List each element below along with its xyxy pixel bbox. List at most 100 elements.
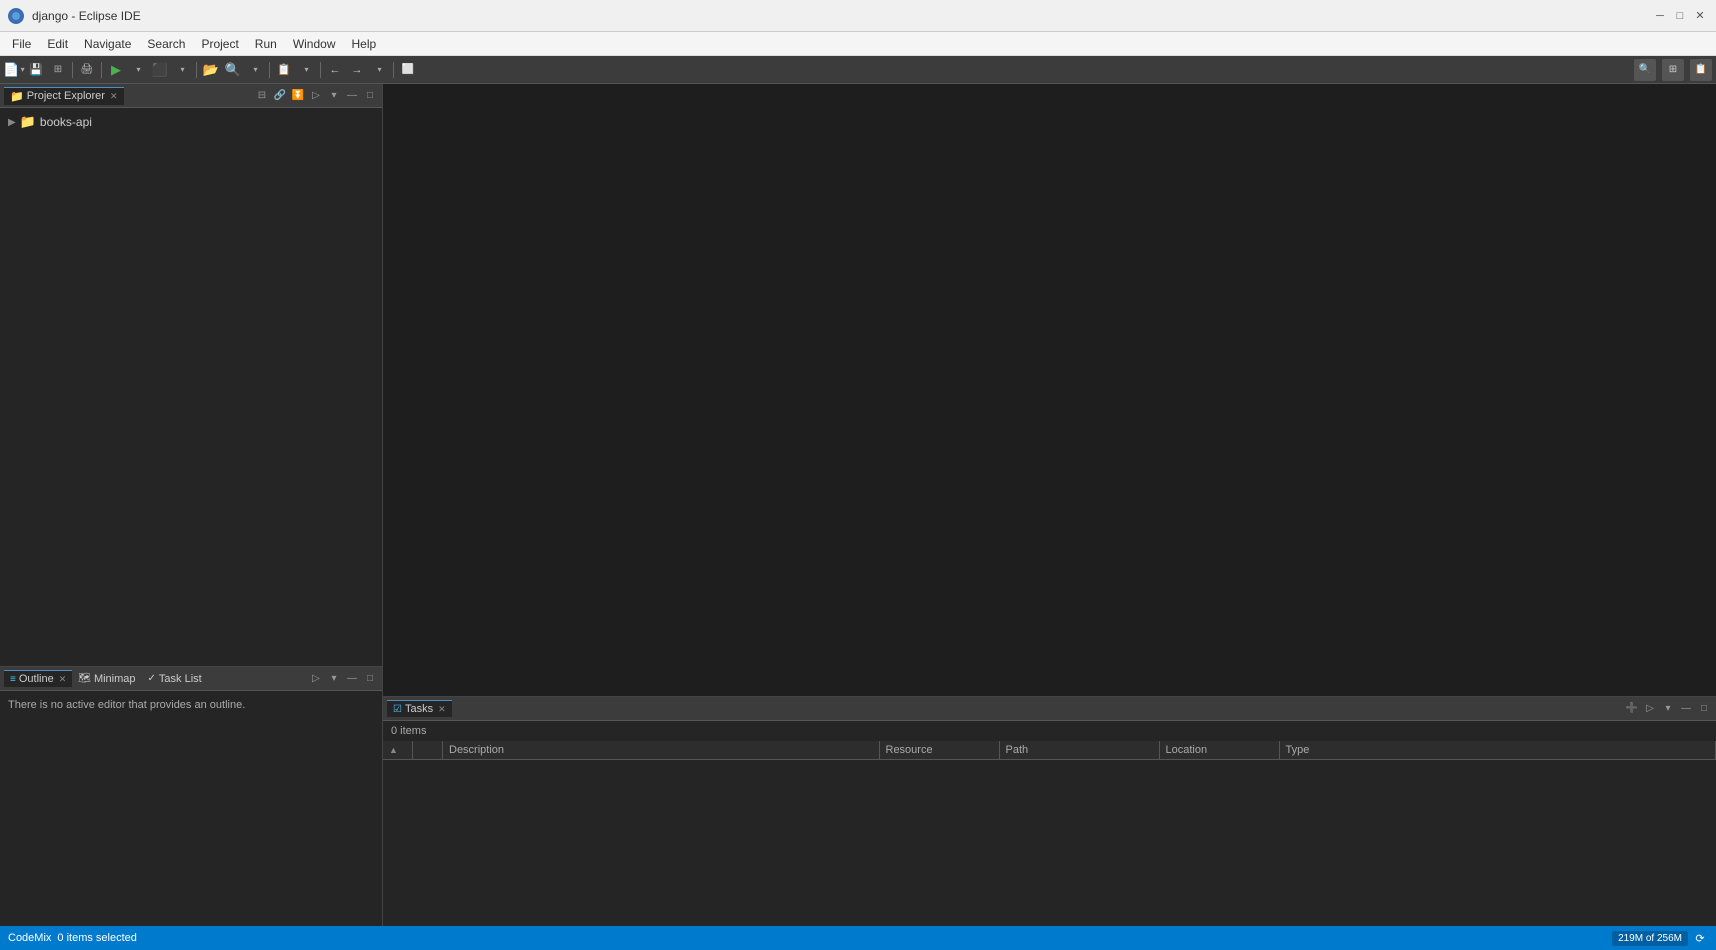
project-explorer-toolbar: ⊟ 🔗 ⏬ ▷ ▾ — □ [254, 88, 378, 104]
codemix-label: CodeMix [8, 932, 51, 944]
history-button[interactable]: ⬜ [398, 60, 418, 80]
memory-usage[interactable]: 219M of 256M [1612, 931, 1688, 946]
outline-close[interactable]: ✕ [59, 674, 67, 685]
tasks-maximize[interactable]: □ [1696, 701, 1712, 717]
tasks-expand-btn[interactable]: ▷ [1642, 701, 1658, 717]
menu-run[interactable]: Run [247, 35, 285, 53]
tasks-toolbar: ➕ ▷ ▾ — □ [1624, 701, 1712, 717]
stop-button[interactable]: ⬛ [150, 60, 170, 80]
outline-tab-label: Outline [19, 673, 54, 685]
title-bar: django - Eclipse IDE ─ □ ✕ [0, 0, 1716, 32]
expand-panel-btn[interactable]: ▷ [308, 88, 324, 104]
back-button[interactable]: ← [325, 60, 345, 80]
task-list-tab-label: Task List [159, 673, 202, 685]
tasks-tab[interactable]: ☑ Tasks ✕ [387, 700, 452, 717]
task-list-tab[interactable]: ✓ Task List [142, 671, 208, 687]
tasks-col-sort[interactable]: ▲ [383, 741, 413, 759]
sep6 [393, 62, 394, 78]
nav-dropdown[interactable]: ▾ [369, 60, 389, 80]
tasks-columns: ▲ Description Resource Path Location Typ… [383, 741, 1716, 760]
outline-maximize[interactable]: □ [362, 671, 378, 687]
project-explorer-content: ▶ 📁 books-api [0, 108, 382, 666]
tasks-col-path[interactable]: Path [1000, 741, 1160, 759]
tasks-table: ▲ Description Resource Path Location Typ… [383, 741, 1716, 926]
close-button[interactable]: ✕ [1692, 8, 1708, 24]
tree-books-api[interactable]: ▶ 📁 books-api [0, 112, 382, 132]
left-panel: 📁 Project Explorer ✕ ⊟ 🔗 ⏬ ▷ ▾ — □ ▶ 📁 b… [0, 84, 383, 926]
project-explorer-close[interactable]: ✕ [110, 91, 118, 102]
tasks-header: ☑ Tasks ✕ ➕ ▷ ▾ — □ [383, 697, 1716, 721]
expand-arrow: ▶ [8, 117, 16, 128]
toolbar-search-area: 🔍 ⊞ 📋 [1632, 59, 1712, 81]
stop-dropdown[interactable]: ▾ [172, 60, 192, 80]
minimize-button[interactable]: ─ [1652, 8, 1668, 24]
sep3 [196, 62, 197, 78]
print-button[interactable]: 🖨 [77, 60, 97, 80]
folder-icon: 📁 [20, 114, 36, 130]
gc-btn[interactable]: ⟳ [1692, 930, 1708, 946]
filter-btn[interactable]: ⏬ [290, 88, 306, 104]
search-dropdown[interactable]: ▾ [245, 60, 265, 80]
project-explorer-tab-label: Project Explorer [27, 90, 105, 102]
outline-view-menu[interactable]: ▾ [326, 671, 342, 687]
menu-file[interactable]: File [4, 35, 39, 53]
sep2 [101, 62, 102, 78]
link-with-editor-btn[interactable]: 🔗 [272, 88, 288, 104]
perspective-toggle[interactable]: ⊞ [1662, 59, 1684, 81]
menu-navigate[interactable]: Navigate [76, 35, 139, 53]
save-all-button[interactable]: ⊞ [48, 60, 68, 80]
tasks-add-btn[interactable]: ➕ [1624, 701, 1640, 717]
outline-minimize[interactable]: — [344, 671, 360, 687]
menu-project[interactable]: Project [193, 35, 246, 53]
window-controls: ─ □ ✕ [1652, 8, 1708, 24]
outline-expand-btn[interactable]: ▷ [308, 671, 324, 687]
maximize-panel-btn[interactable]: □ [362, 88, 378, 104]
tasks-view-menu[interactable]: ▾ [1660, 701, 1676, 717]
minimap-tab[interactable]: 🗺 Minimap [72, 671, 141, 687]
maximize-button[interactable]: □ [1672, 8, 1688, 24]
perspective-search-btn[interactable]: 🔍 [1634, 59, 1656, 81]
perspective-extra[interactable]: 📋 [1690, 59, 1712, 81]
window-title: django - Eclipse IDE [32, 9, 1644, 23]
tasks-col-type[interactable]: Type [1280, 741, 1716, 759]
tasks-col-location[interactable]: Location [1160, 741, 1280, 759]
sep4 [269, 62, 270, 78]
menu-search[interactable]: Search [139, 35, 193, 53]
project-explorer-tab[interactable]: 📁 Project Explorer ✕ [4, 87, 124, 105]
tasks-close[interactable]: ✕ [438, 704, 446, 715]
project-explorer-header: 📁 Project Explorer ✕ ⊟ 🔗 ⏬ ▷ ▾ — □ [0, 84, 382, 108]
outline-toolbar: ▷ ▾ — □ [308, 671, 378, 687]
status-left: CodeMix 0 items selected [8, 932, 137, 944]
bottom-left-panel: ≡ Outline ✕ 🗺 Minimap ✓ Task List ▷ ▾ — … [0, 666, 382, 926]
debug-dropdown[interactable]: ▾ [128, 60, 148, 80]
debug-button[interactable]: ▶ [106, 60, 126, 80]
view-menu-btn[interactable]: ▾ [326, 88, 342, 104]
tasks-col-resource[interactable]: Resource [880, 741, 1000, 759]
search-btn[interactable]: 🔍 [223, 60, 243, 80]
menu-window[interactable]: Window [285, 35, 344, 53]
status-bar: CodeMix 0 items selected 219M of 256M ⟳ [0, 926, 1716, 950]
tasks-minimize[interactable]: — [1678, 701, 1694, 717]
collapse-all-btn[interactable]: ⊟ [254, 88, 270, 104]
minimize-panel-btn[interactable]: — [344, 88, 360, 104]
open-resource-btn[interactable]: 📋 [274, 60, 294, 80]
tasks-count: 0 items [383, 721, 1716, 741]
tasks-col-description[interactable]: Description [443, 741, 880, 759]
sep1 [72, 62, 73, 78]
outline-message: There is no active editor that provides … [0, 691, 382, 719]
menu-bar: File Edit Navigate Search Project Run Wi… [0, 32, 1716, 56]
app-icon [8, 8, 24, 24]
open-button[interactable]: 📂 [201, 60, 221, 80]
menu-help[interactable]: Help [344, 35, 385, 53]
open-resource-dropdown[interactable]: ▾ [296, 60, 316, 80]
forward-button[interactable]: → [347, 60, 367, 80]
sep5 [320, 62, 321, 78]
outline-tab[interactable]: ≡ Outline ✕ [4, 670, 72, 687]
bottom-left-header: ≡ Outline ✕ 🗺 Minimap ✓ Task List ▷ ▾ — … [0, 667, 382, 691]
save-button[interactable]: 💾 [26, 60, 46, 80]
new-button[interactable]: 📄▾ [4, 60, 24, 80]
menu-edit[interactable]: Edit [39, 35, 76, 53]
items-selected: 0 items selected [57, 932, 136, 944]
tasks-col-icon[interactable] [413, 741, 443, 759]
project-name: books-api [40, 115, 92, 129]
